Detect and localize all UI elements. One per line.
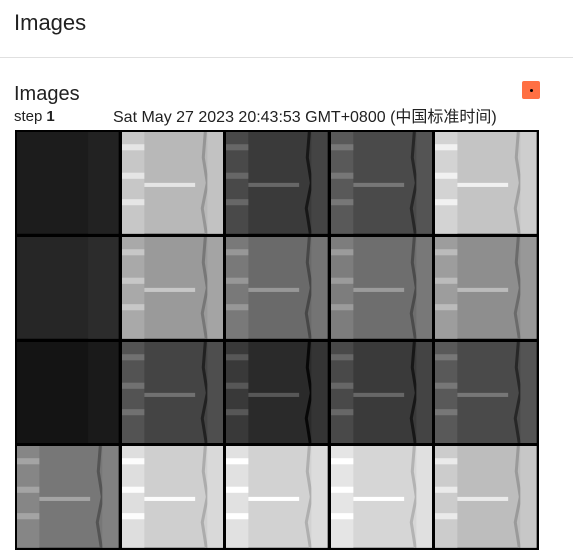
image-thumbnail[interactable] <box>330 341 433 444</box>
page: Images Images step 1 Sat May 27 2023 20:4… <box>0 0 573 560</box>
image-thumbnail[interactable] <box>435 132 537 234</box>
pin-button[interactable] <box>522 81 540 99</box>
image-thumbnail[interactable] <box>330 446 433 548</box>
image-thumbnail[interactable] <box>121 236 224 339</box>
card-title: Images <box>14 83 80 105</box>
image-thumbnail[interactable] <box>121 132 224 234</box>
step-row: step 1 <box>14 108 55 126</box>
image-thumbnail[interactable] <box>17 446 119 548</box>
page-title: Images <box>14 10 87 35</box>
image-thumbnail[interactable] <box>17 236 119 339</box>
image-grid <box>15 130 539 550</box>
image-thumbnail[interactable] <box>435 236 537 339</box>
image-thumbnail[interactable] <box>330 132 433 234</box>
image-thumbnail[interactable] <box>17 132 119 234</box>
image-thumbnail[interactable] <box>226 132 328 234</box>
image-thumbnail[interactable] <box>330 236 433 339</box>
step-label: step <box>14 108 43 125</box>
image-thumbnail[interactable] <box>17 341 119 444</box>
image-thumbnail[interactable] <box>226 341 328 444</box>
timestamp: Sat May 27 2023 20:43:53 GMT+0800 (中国标准时… <box>113 109 497 126</box>
image-thumbnail[interactable] <box>435 446 537 548</box>
image-thumbnail[interactable] <box>121 446 224 548</box>
image-thumbnail[interactable] <box>226 236 328 339</box>
header: Images <box>0 0 573 58</box>
image-thumbnail[interactable] <box>435 341 537 444</box>
pin-icon <box>529 88 533 92</box>
image-thumbnail[interactable] <box>121 341 224 444</box>
image-thumbnail[interactable] <box>226 446 328 548</box>
step-value: 1 <box>46 108 55 125</box>
